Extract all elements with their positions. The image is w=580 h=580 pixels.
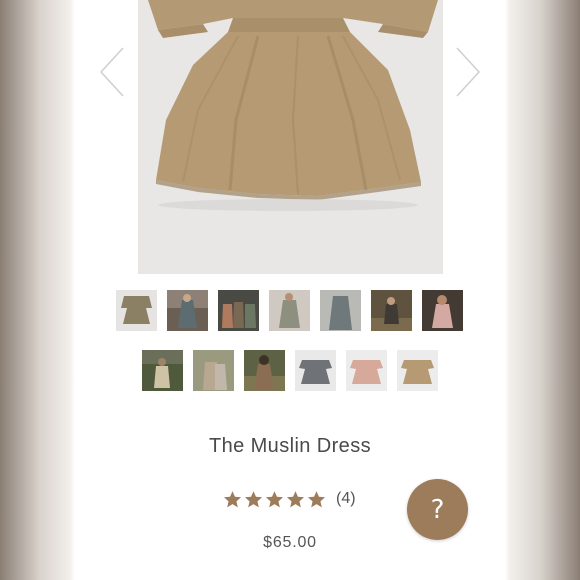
help-icon: ? xyxy=(430,494,445,525)
thumbnail-8[interactable] xyxy=(142,350,183,391)
thumbnail-image xyxy=(346,350,387,391)
thumbnail-row-1 xyxy=(75,290,505,332)
review-count[interactable]: (4) xyxy=(336,490,356,508)
thumbnail-13[interactable] xyxy=(397,350,438,391)
thumbnail-image xyxy=(193,350,234,391)
star-icon xyxy=(307,490,326,509)
product-title: The Muslin Dress xyxy=(209,435,371,457)
thumbnail-5[interactable] xyxy=(320,290,361,331)
chevron-left-icon xyxy=(99,47,124,97)
thumbnail-image xyxy=(371,290,412,331)
thumbnail-6[interactable] xyxy=(371,290,412,331)
thumbnail-image xyxy=(142,350,183,391)
thumbnail-1[interactable] xyxy=(116,290,157,331)
thumbnail-4[interactable] xyxy=(269,290,310,331)
thumbnail-3[interactable] xyxy=(218,290,259,331)
thumbnail-image xyxy=(167,290,208,331)
product-main-image[interactable] xyxy=(138,0,443,274)
thumbnail-image xyxy=(397,350,438,391)
star-icon xyxy=(286,490,305,509)
dress-photo xyxy=(138,0,443,274)
next-image-button[interactable] xyxy=(453,46,483,98)
thumbnail-image xyxy=(422,290,463,331)
chevron-right-icon xyxy=(456,47,481,97)
star-icon xyxy=(223,490,242,509)
thumbnail-10[interactable] xyxy=(244,350,285,391)
previous-image-button[interactable] xyxy=(97,46,127,98)
thumbnail-image xyxy=(218,290,259,331)
thumbnail-image xyxy=(295,350,336,391)
thumbnail-image xyxy=(116,290,157,331)
thumbnail-image xyxy=(269,290,310,331)
thumbnail-7[interactable] xyxy=(422,290,463,331)
thumbnail-11[interactable] xyxy=(295,350,336,391)
thumbnail-2[interactable] xyxy=(167,290,208,331)
thumbnail-image xyxy=(244,350,285,391)
thumbnail-row-2 xyxy=(75,350,505,392)
star-icon xyxy=(265,490,284,509)
product-rating[interactable]: (4) xyxy=(223,487,356,511)
star-icon xyxy=(244,490,263,509)
thumbnail-9[interactable] xyxy=(193,350,234,391)
help-button[interactable]: ? xyxy=(407,479,468,540)
thumbnail-image xyxy=(320,290,361,331)
thumbnail-12[interactable] xyxy=(346,350,387,391)
